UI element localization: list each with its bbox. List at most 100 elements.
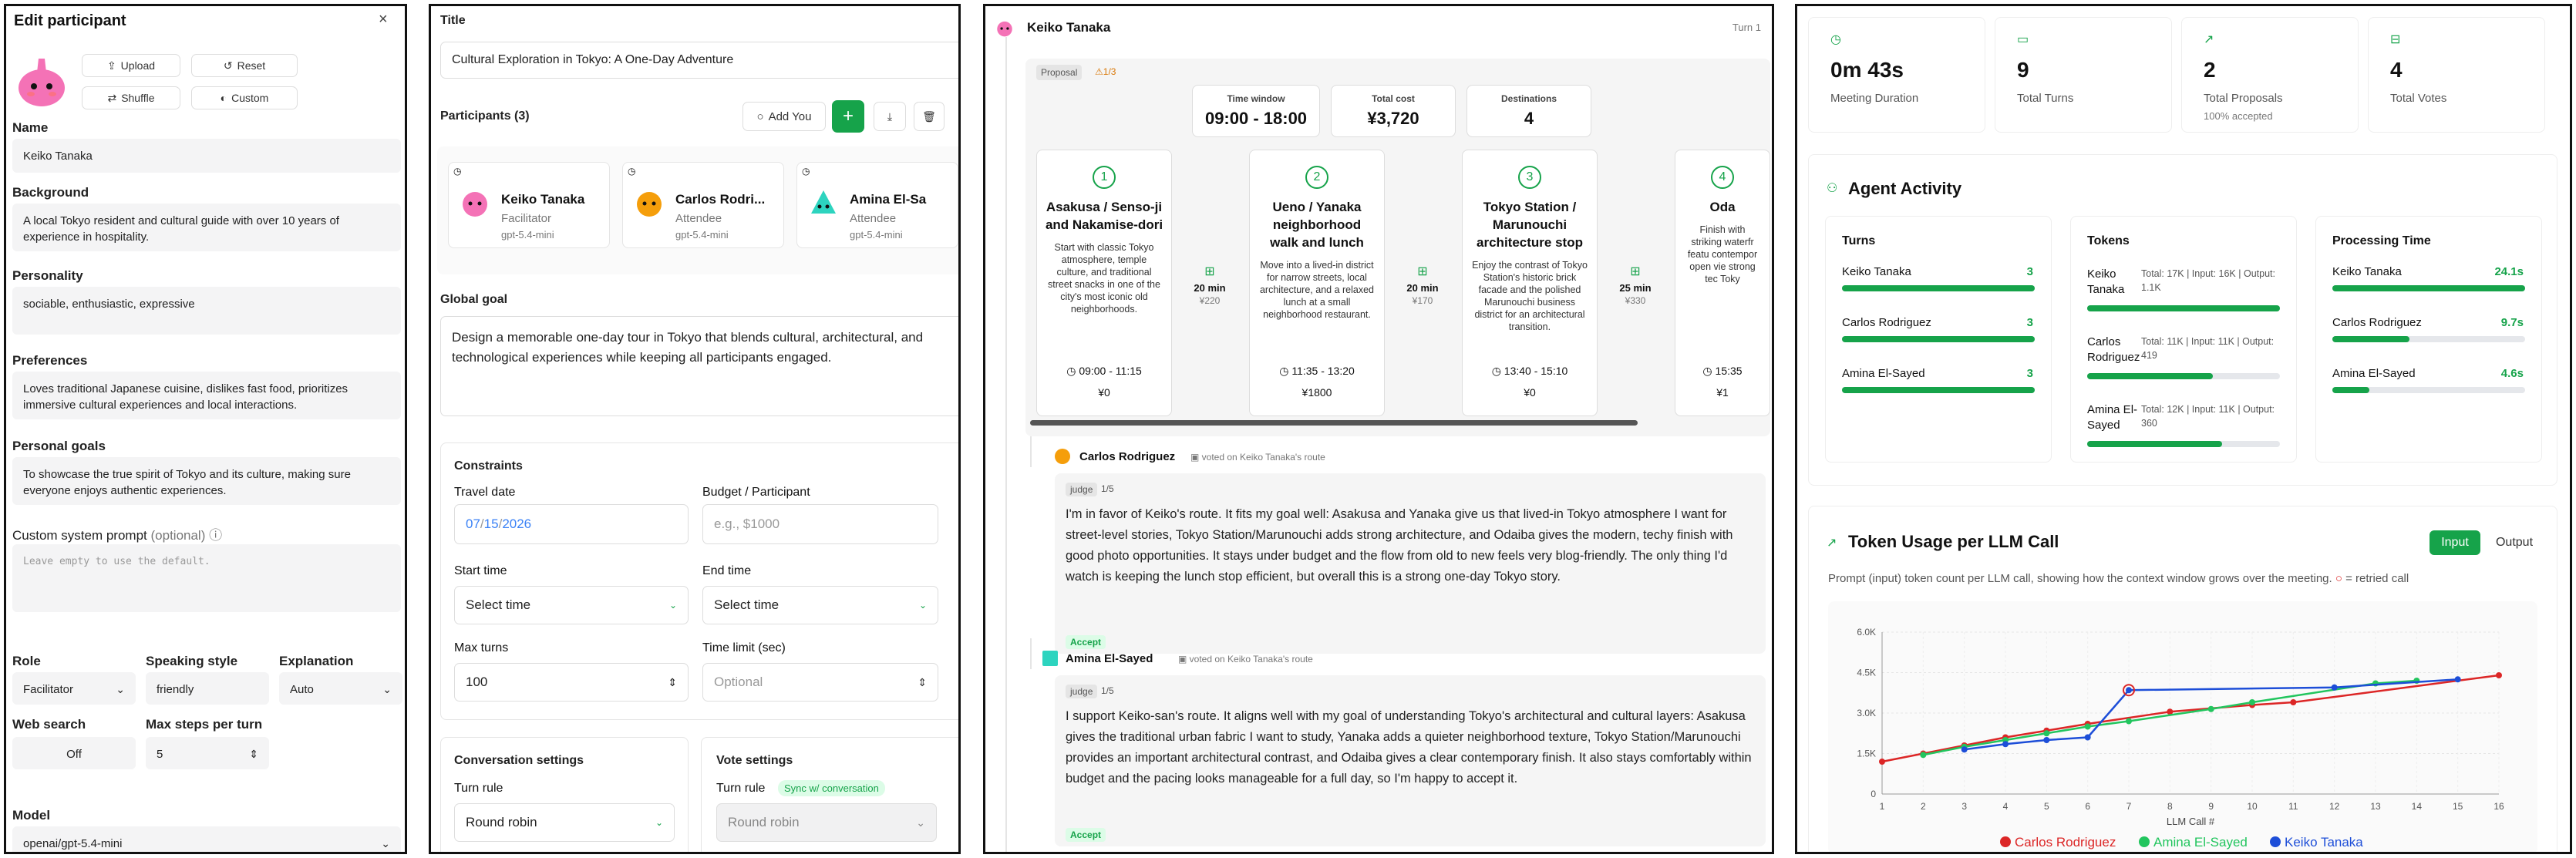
route-stop-card[interactable]: 1 Asakusa / Senso-ji and Nakamise-dori Sta… — [1036, 150, 1172, 416]
end-time-select[interactable]: Select time ⌄ — [702, 586, 938, 624]
stop-title: Ueno / Yanaka neighborhood walk and lunc… — [1270, 200, 1364, 250]
stop-description: Enjoy the contrast of Tokyo Station's hi… — [1472, 260, 1588, 332]
clock-icon: ◷ — [1830, 33, 1841, 46]
model-label: Model — [12, 808, 51, 823]
background-field[interactable]: A local Tokyo resident and cultural guid… — [12, 204, 401, 251]
stop-time: ◷ 13:40 - 15:10 — [1491, 365, 1568, 377]
vote-card: judge 1/5 I'm in favor of Keiko's route. I… — [1055, 473, 1766, 654]
tab-output[interactable]: Output — [2483, 530, 2545, 555]
y-tick-label: 0 — [1871, 789, 1876, 799]
avatar — [1042, 651, 1058, 666]
warning-icon: ⚠ — [1095, 66, 1103, 77]
personality-field[interactable]: sociable, enthusiastic, expressive — [12, 287, 401, 335]
shuffle-icon: ⇄ — [107, 91, 117, 104]
title-field[interactable]: Cultural Exploration in Tokyo: A One-Day… — [440, 42, 958, 79]
connector — [1030, 638, 1032, 669]
vote-icon: ⊟ — [2390, 33, 2401, 46]
explanation-select[interactable]: Auto ⌄ — [279, 672, 402, 705]
speaking-style-field[interactable]: friendly — [146, 672, 269, 705]
role-select[interactable]: Facilitator ⌄ — [12, 672, 136, 705]
shuffle-button[interactable]: ⇄ Shuffle — [82, 86, 180, 109]
model-select[interactable]: openai/gpt-5.4-mini ⌄ — [12, 826, 401, 852]
judge-badge: judge — [1066, 685, 1098, 698]
delete-button[interactable]: 🗑 — [914, 102, 945, 131]
stop-cost: ¥1800 — [1301, 386, 1332, 399]
route-stop-card[interactable]: 2 Ueno / Yanaka neighborhood walk and lun… — [1249, 150, 1385, 416]
preferences-field[interactable]: Loves traditional Japanese cuisine, disl… — [12, 372, 401, 419]
x-tick-label: 5 — [2044, 801, 2049, 812]
add-you-button[interactable]: ○ Add You — [742, 102, 826, 131]
accept-badge: Accept — [1066, 828, 1106, 842]
stop-time: ◷ 15:35 — [1702, 365, 1743, 377]
stop-title: Tokyo Station / Marunouchi architecture … — [1477, 200, 1583, 250]
x-tick-label: 6 — [2085, 801, 2090, 812]
avatar — [811, 190, 836, 214]
conv-turn-rule-select[interactable]: Round robin ⌄ — [454, 803, 675, 842]
start-time-select[interactable]: Select time ⌄ — [454, 586, 689, 624]
global-goal-field[interactable]: Design a memorable one-day tour in Tokyo… — [440, 316, 958, 416]
vote-score: 1/5 — [1101, 483, 1114, 494]
stop-number: 3 — [1518, 166, 1541, 189]
legend-marker — [2139, 836, 2150, 847]
tab-input[interactable]: Input — [2430, 530, 2480, 555]
proposal-stat: Total cost ¥3,720 — [1331, 85, 1456, 137]
clock-icon: ◷ — [802, 166, 810, 177]
data-point — [2002, 741, 2009, 748]
upload-button[interactable]: ⇪ Upload — [82, 54, 180, 77]
participant-card[interactable]: ◷ Carlos Rodri... Attendee gpt-5.4-mini — [622, 162, 784, 248]
agent-value: 3 — [2026, 265, 2033, 278]
token-usage-title: Token Usage per LLM Call — [1848, 532, 2059, 551]
participant-card[interactable]: ◷ Keiko Tanaka Facilitator gpt-5.4-mini — [448, 162, 610, 248]
x-tick-label: 15 — [2453, 801, 2463, 812]
stop-number: 1 — [1093, 166, 1116, 189]
x-tick-label: 14 — [2412, 801, 2423, 812]
voter-name: Carlos Rodriguez — [1079, 450, 1176, 463]
download-button[interactable]: ⤓ — [874, 102, 906, 131]
budget-input[interactable]: e.g., $1000 — [702, 504, 938, 544]
background-label: Background — [12, 185, 89, 200]
travel-leg: ⊞ 20 min ¥220 — [1177, 264, 1243, 306]
chevron-down-icon: ⌄ — [668, 600, 677, 611]
participant-card[interactable]: ◷ Amina El-Sa Attendee gpt-5.4-mini — [796, 162, 958, 248]
horizontal-scrollbar[interactable] — [1030, 420, 1638, 426]
legend-marker — [2270, 836, 2281, 847]
stepper-icon: ⇕ — [668, 675, 677, 688]
max-steps-stepper[interactable]: 5 ⇕ — [146, 737, 269, 769]
avatar[interactable] — [15, 54, 68, 108]
conv-turn-rule-label: Turn rule — [454, 782, 503, 795]
proposal-stat: Time window 09:00 - 18:00 — [1192, 85, 1320, 137]
data-point — [2043, 730, 2050, 737]
user-add-icon: ○ — [756, 109, 764, 123]
proposal-badge: Proposal — [1036, 65, 1083, 80]
travel-date-input[interactable]: 07/15/2026 — [454, 504, 689, 544]
stop-description: Finish with striking waterfr featu conte… — [1687, 224, 1758, 284]
train-icon: ⊞ — [1204, 265, 1215, 278]
name-field[interactable]: Keiko Tanaka — [12, 139, 401, 173]
goals-field[interactable]: To showcase the true spirit of Tokyo and… — [12, 457, 401, 505]
x-tick-label: 11 — [2288, 801, 2298, 812]
web-search-toggle[interactable]: Off — [12, 737, 136, 769]
close-icon[interactable]: × — [379, 11, 388, 29]
proposal-count: ⚠1/3 — [1095, 66, 1116, 77]
x-tick-label: 7 — [2126, 801, 2132, 812]
clock-icon: ◷ — [628, 166, 636, 177]
route-stop-card[interactable]: 3 Tokyo Station / Marunouchi architecture… — [1462, 150, 1598, 416]
vote-card: judge 1/5 I support Keiko-san's route. It … — [1055, 675, 1766, 846]
data-point — [2084, 723, 2091, 730]
end-time-label: End time — [702, 564, 752, 577]
reset-button[interactable]: ↺ Reset — [191, 54, 298, 77]
route-stop-card[interactable]: 4 Oda Finish with striking waterfr featu c… — [1675, 150, 1770, 416]
activity-bar — [1842, 285, 2035, 291]
reset-icon: ↺ — [223, 59, 233, 72]
vote-settings-title: Vote settings — [716, 754, 793, 767]
proposal-stat: Destinations 4 — [1466, 85, 1591, 137]
data-point — [2126, 718, 2132, 725]
custom-button[interactable]: ◐ Custom — [191, 86, 298, 109]
x-tick-label: 9 — [2208, 801, 2214, 812]
time-limit-stepper[interactable]: Optional ⇕ — [702, 663, 938, 702]
add-participant-button[interactable]: + — [832, 100, 864, 133]
custom-prompt-field[interactable]: Leave empty to use the default. — [12, 544, 401, 612]
max-turns-stepper[interactable]: 100 ⇕ — [454, 663, 689, 702]
train-icon: ⊞ — [1417, 265, 1428, 278]
clock-icon: ◷ — [453, 166, 462, 177]
